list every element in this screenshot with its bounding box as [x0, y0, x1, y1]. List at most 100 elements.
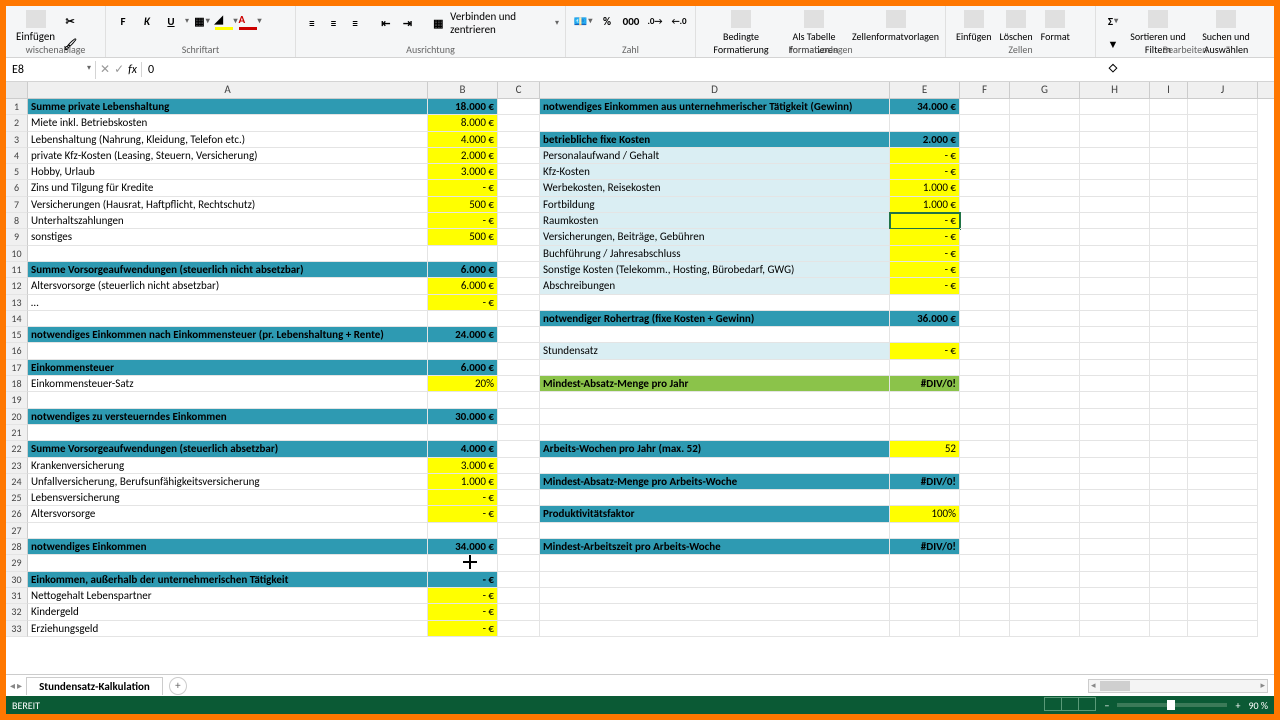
cell[interactable]: Sonstige Kosten (Telekomm., Hosting, Bür… — [540, 262, 890, 278]
cell[interactable] — [1080, 180, 1150, 196]
cell[interactable] — [1188, 441, 1258, 457]
row-header[interactable]: 30 — [6, 572, 28, 588]
cell[interactable] — [1010, 392, 1080, 408]
cell[interactable] — [890, 588, 960, 604]
cell[interactable] — [1080, 621, 1150, 637]
fx-button[interactable]: fx — [128, 63, 137, 77]
cell[interactable]: Stundensatz — [540, 343, 890, 359]
row-header[interactable]: 20 — [6, 409, 28, 425]
cell[interactable] — [960, 197, 1010, 213]
cell[interactable] — [1188, 360, 1258, 376]
decrease-decimal-button[interactable]: ←.0 — [668, 10, 690, 32]
cell[interactable] — [1080, 425, 1150, 441]
cell[interactable] — [1188, 115, 1258, 131]
underline-button[interactable]: U — [160, 10, 182, 32]
row-header[interactable]: 8 — [6, 213, 28, 229]
cell[interactable]: … — [28, 295, 428, 311]
cell[interactable] — [498, 474, 540, 490]
cell[interactable] — [1010, 409, 1080, 425]
cell[interactable] — [498, 115, 540, 131]
col-header-C[interactable]: C — [498, 82, 540, 98]
cell[interactable] — [1150, 425, 1188, 441]
cell[interactable]: Abschreibungen — [540, 278, 890, 294]
col-header-F[interactable]: F — [960, 82, 1010, 98]
delete-cells-button[interactable]: Löschen — [996, 8, 1037, 45]
cell[interactable] — [498, 539, 540, 555]
cell[interactable] — [960, 229, 1010, 245]
cell[interactable]: 500 € — [428, 229, 498, 245]
cell[interactable] — [1188, 621, 1258, 637]
cell[interactable] — [28, 523, 428, 539]
row-header[interactable]: 28 — [6, 539, 28, 555]
cell[interactable]: 18.000 € — [428, 99, 498, 115]
cell[interactable]: 30.000 € — [428, 409, 498, 425]
cell[interactable] — [1010, 425, 1080, 441]
cell[interactable] — [960, 148, 1010, 164]
cell[interactable]: notwendiges zu versteuerndes Einkommen — [28, 409, 428, 425]
cell[interactable] — [540, 327, 890, 343]
cell[interactable] — [498, 555, 540, 571]
cell[interactable] — [1080, 506, 1150, 522]
cell[interactable]: - € — [428, 572, 498, 588]
name-box[interactable]: E8▾ — [6, 61, 96, 79]
cell[interactable]: - € — [890, 343, 960, 359]
cell[interactable] — [1188, 425, 1258, 441]
cell[interactable] — [498, 327, 540, 343]
row-header[interactable]: 12 — [6, 278, 28, 294]
cell[interactable] — [498, 213, 540, 229]
cell[interactable]: 1.000 € — [428, 474, 498, 490]
cell[interactable] — [1188, 376, 1258, 392]
cell[interactable] — [498, 180, 540, 196]
cell[interactable] — [1150, 409, 1188, 425]
cell[interactable] — [540, 295, 890, 311]
cell[interactable]: Einkommen, außerhalb der unternehmerisch… — [28, 572, 428, 588]
cell[interactable] — [890, 621, 960, 637]
cell[interactable]: - € — [890, 246, 960, 262]
cell[interactable] — [1010, 164, 1080, 180]
cell[interactable] — [890, 115, 960, 131]
cell[interactable] — [540, 604, 890, 620]
cell[interactable] — [498, 588, 540, 604]
cell[interactable] — [1010, 262, 1080, 278]
cell[interactable] — [960, 490, 1010, 506]
thousands-button[interactable]: 000 — [620, 10, 642, 32]
cell[interactable] — [1010, 441, 1080, 457]
cell[interactable] — [1080, 229, 1150, 245]
row-header[interactable]: 18 — [6, 376, 28, 392]
cell[interactable] — [498, 604, 540, 620]
cell[interactable]: 4.000 € — [428, 441, 498, 457]
cell[interactable] — [1010, 197, 1080, 213]
cell[interactable] — [1080, 132, 1150, 148]
cell[interactable] — [1150, 523, 1188, 539]
cell[interactable] — [890, 409, 960, 425]
cell[interactable]: notwendiges Einkommen — [28, 539, 428, 555]
cell[interactable]: - € — [890, 148, 960, 164]
cell[interactable] — [960, 311, 1010, 327]
cell[interactable]: Versicherungen, Beiträge, Gebühren — [540, 229, 890, 245]
cell[interactable] — [1080, 392, 1150, 408]
cell[interactable] — [498, 132, 540, 148]
cell[interactable] — [960, 164, 1010, 180]
italic-button[interactable]: K — [136, 10, 158, 32]
cell[interactable]: 34.000 € — [890, 99, 960, 115]
cell[interactable] — [960, 376, 1010, 392]
cell[interactable] — [1010, 376, 1080, 392]
cell[interactable] — [540, 458, 890, 474]
cell[interactable]: Mindest-Absatz-Menge pro Jahr — [540, 376, 890, 392]
cell[interactable] — [1080, 295, 1150, 311]
cell[interactable] — [1150, 555, 1188, 571]
cell[interactable] — [960, 425, 1010, 441]
cell[interactable] — [498, 572, 540, 588]
cell[interactable] — [498, 392, 540, 408]
cell[interactable] — [1150, 164, 1188, 180]
cell[interactable] — [498, 311, 540, 327]
cell[interactable] — [1150, 343, 1188, 359]
cell[interactable]: Hobby, Urlaub — [28, 164, 428, 180]
cell[interactable]: Kfz-Kosten — [540, 164, 890, 180]
cell[interactable] — [960, 604, 1010, 620]
cell[interactable]: 34.000 € — [428, 539, 498, 555]
cell[interactable] — [498, 490, 540, 506]
cell[interactable] — [960, 115, 1010, 131]
cell[interactable]: #DIV/0! — [890, 376, 960, 392]
cell[interactable] — [960, 474, 1010, 490]
